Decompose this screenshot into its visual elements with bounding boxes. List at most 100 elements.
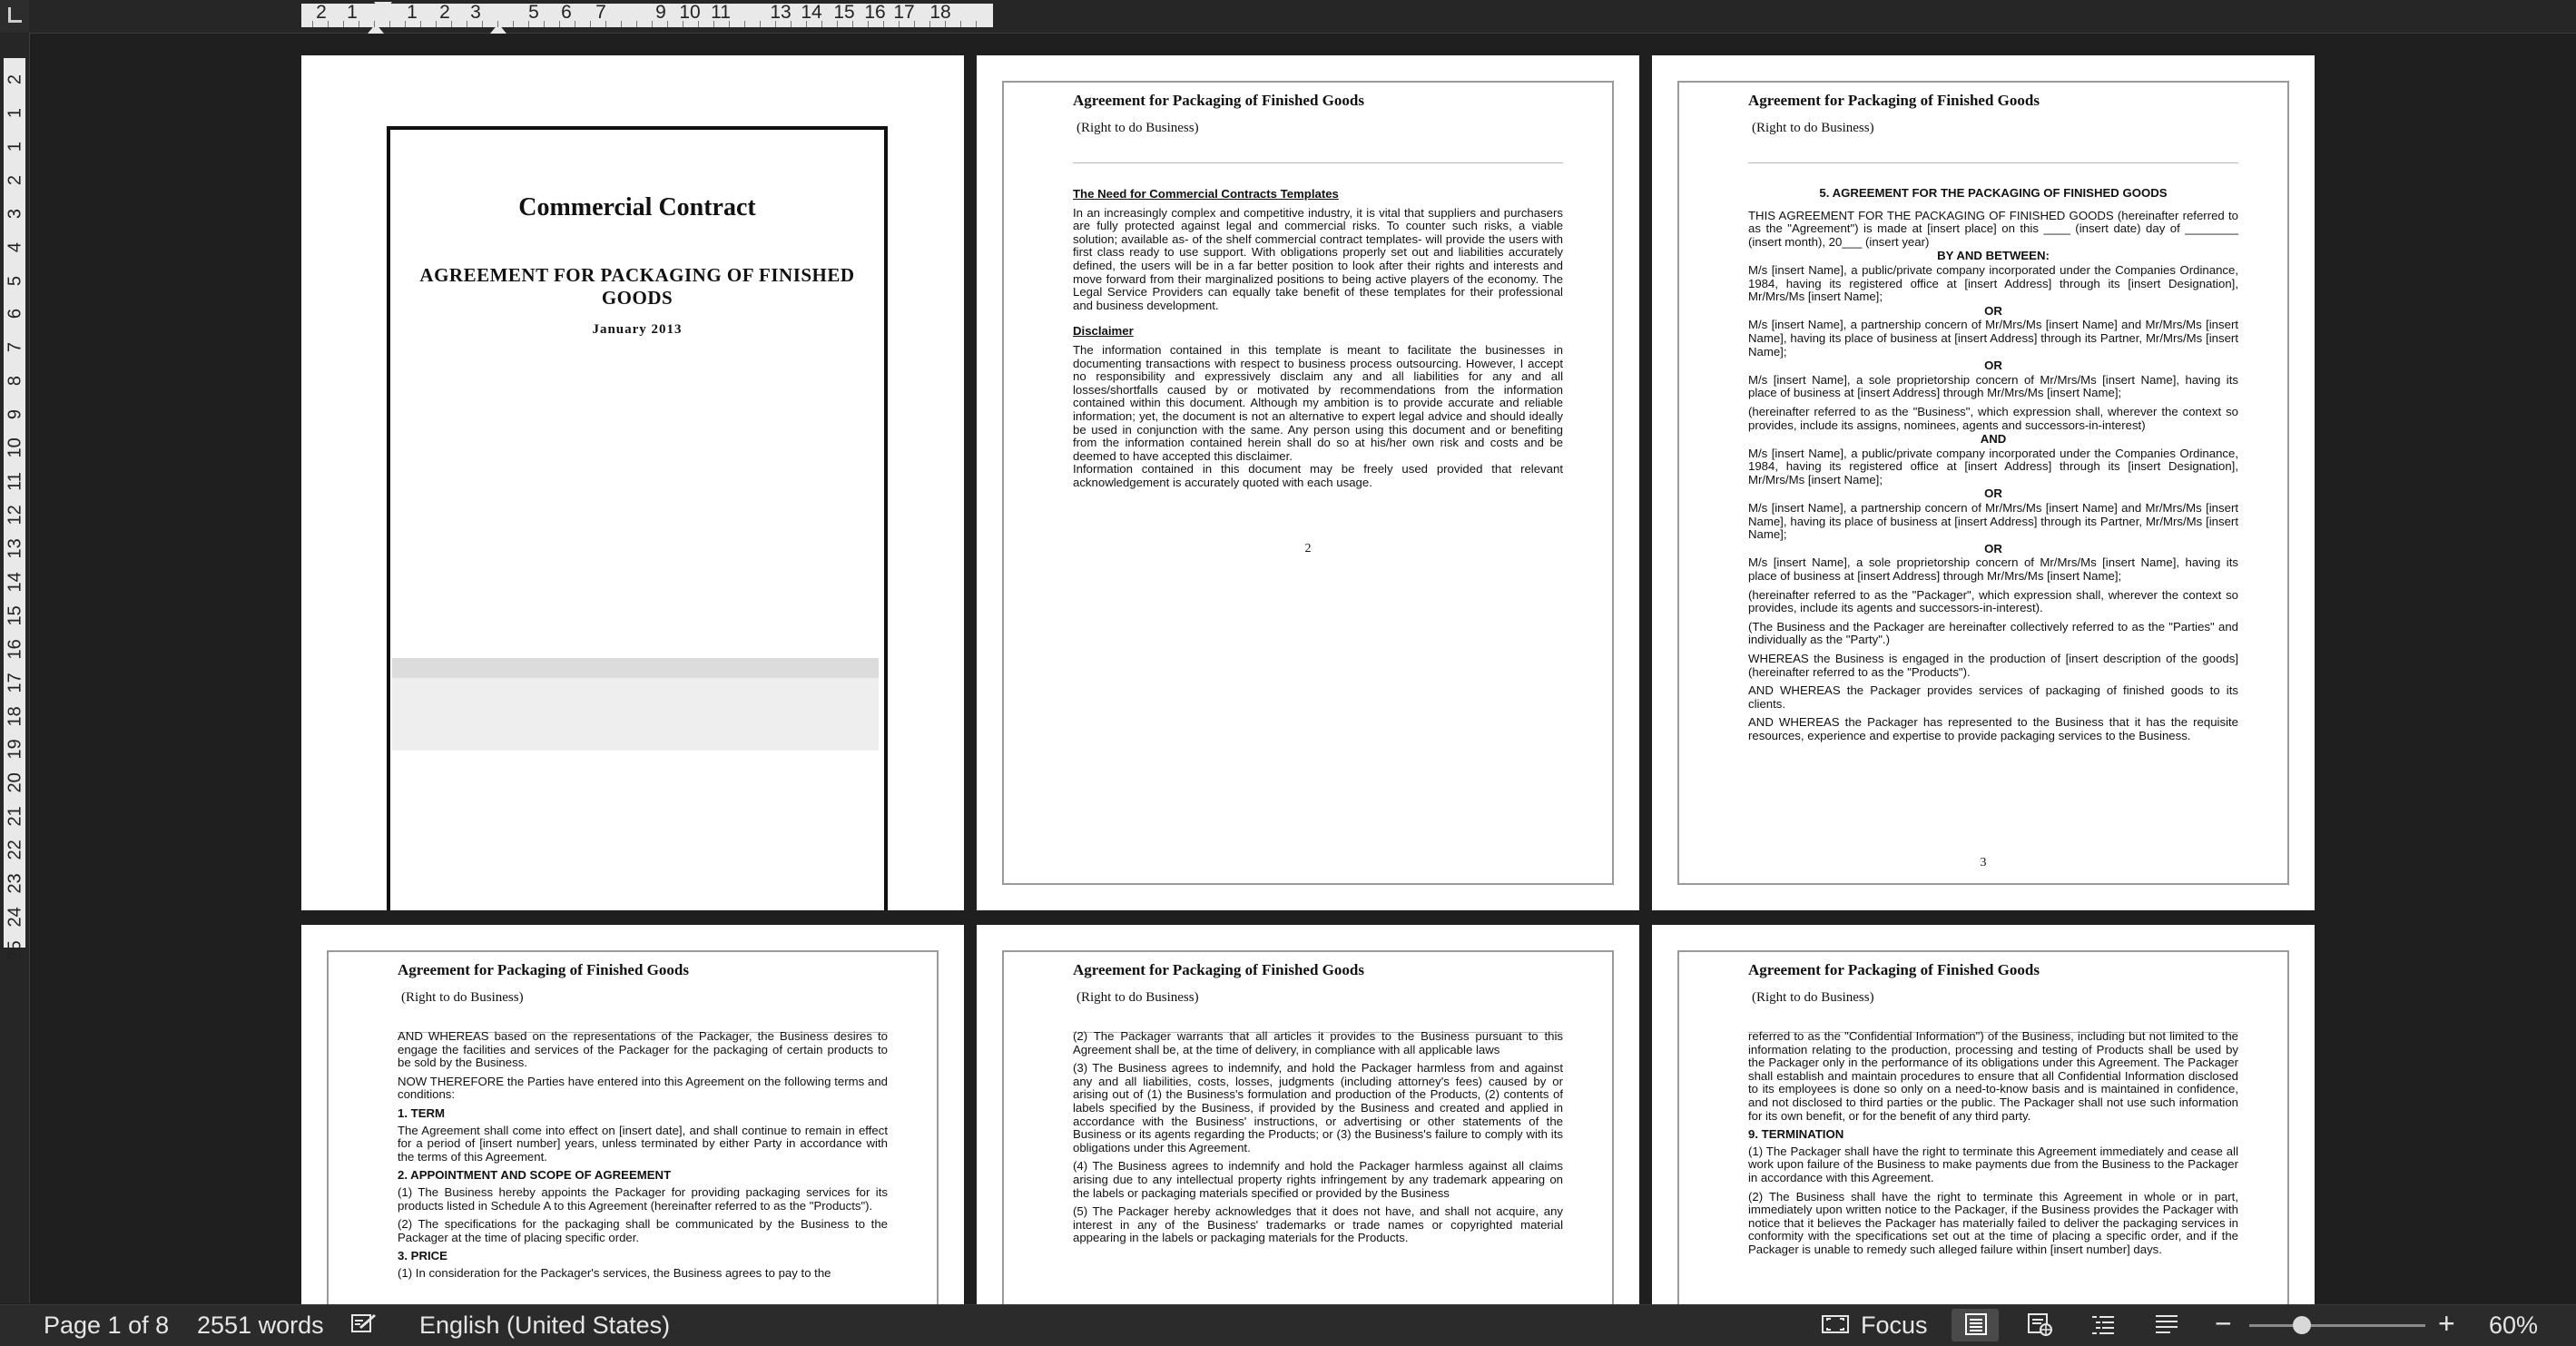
draft-view-icon[interactable] [2153,1312,2180,1336]
ruler-tick [960,21,961,27]
ruler-tick [652,21,653,27]
ruler-number: 6 [5,309,25,319]
ruler-tick [775,21,776,27]
page-count[interactable]: Page 1 of 8 [44,1312,169,1340]
print-layout-icon[interactable] [1962,1312,1990,1336]
or-label: OR [1984,303,2002,318]
ruler-number: 14 [5,572,25,593]
page-4[interactable]: Agreement for Packaging of Finished Good… [301,925,964,1304]
ruler-tick [883,21,884,27]
ruler-number: 10 [679,2,701,23]
cover-date: January 2013 [592,322,683,337]
agreement-heading: 5. AGREEMENT FOR THE PACKAGING OF FINISH… [1819,186,2168,200]
zoom-out-button[interactable]: − [2215,1307,2232,1341]
ruler-tick [636,21,637,27]
cover-title: Commercial Contract [518,193,756,221]
paragraph: M/s [insert Name], a sole proprietorship… [1748,372,2238,400]
ruler-tick [837,21,838,27]
document-workspace[interactable]: Commercial Contract AGREEMENT FOR PACKAG… [30,34,2576,1304]
ruler-number: 20 [5,772,25,793]
or-label: OR [1984,486,2002,501]
paragraph: (5) The Packager hereby acknowledges tha… [1073,1204,1563,1245]
ruler-number: 18 [929,2,951,23]
ruler-number: 9 [5,409,25,420]
language-label[interactable]: English (United States) [419,1312,670,1340]
and-label: AND [1980,432,2007,447]
left-indent-marker[interactable] [368,24,384,34]
ruler-tick [899,21,900,27]
ruler-tick [451,21,452,27]
outline-view-icon[interactable] [2089,1312,2117,1336]
page-3[interactable]: Agreement for Packaging of Finished Good… [1652,55,2315,910]
page-header: Agreement for Packaging of Finished Good… [1748,961,2040,1006]
ruler-number: 2 [5,74,25,85]
ruler-number: 1 [5,141,25,152]
page-2[interactable]: Agreement for Packaging of Finished Good… [977,55,1639,910]
paragraph: (4) The Business agrees to indemnify and… [1073,1159,1563,1200]
ruler-number: 25 [5,940,25,961]
horizontal-ruler[interactable]: 2 1 1 2 3 5 6 7 9 10 11 13 14 15 16 17 18 [29,0,2576,34]
paragraph: (3) The Business agrees to indemnify, an… [1073,1061,1563,1154]
paragraph: M/s [insert Name], a public/private comp… [1748,446,2238,486]
ruler-tick [590,21,591,27]
header-title: Agreement for Packaging of Finished Good… [1073,92,1364,109]
ruler-number: 16 [5,638,25,660]
status-bar: Page 1 of 8 2551 words English (United S… [0,1304,2576,1346]
tab-stop-marker[interactable] [490,24,506,34]
ruler-tick [914,21,915,27]
zoom-slider[interactable] [2249,1316,2425,1334]
ruler-corner-button[interactable] [0,0,30,34]
cover-frame: Commercial Contract AGREEMENT FOR PACKAG… [387,126,888,910]
section-heading: 3. PRICE [398,1249,447,1263]
ruler-number: 24 [5,907,25,928]
proofing-icon[interactable] [350,1312,378,1336]
ruler-number: 5 [5,275,25,286]
page-body: 5. AGREEMENT FOR THE PACKAGING OF FINISH… [1748,186,2238,749]
paragraph: WHEREAS the Business is engaged in the p… [1748,652,2238,679]
ruler-tick [420,21,421,27]
ruler-tick [605,21,606,27]
ruler-tick [929,21,930,27]
paragraph: M/s [insert Name], a sole proprietorship… [1748,555,2238,584]
focus-icon[interactable] [1821,1312,1850,1336]
focus-button[interactable]: Focus [1861,1312,1928,1340]
vertical-ruler[interactable]: 2 1 1 2 3 4 5 6 7 8 9 10 11 12 13 14 15 16 17 18 19 20 21 22 23 2… [0,33,30,1303]
ruler-tick [852,21,853,27]
ruler-tick [389,21,390,27]
ruler-number: 22 [5,840,25,860]
ruler-number: 11 [711,2,731,23]
ruler-tick [405,21,406,27]
ruler-number: 3 [5,208,25,219]
web-layout-icon[interactable] [2026,1312,2053,1336]
header-subtitle: (Right to do Business) [1077,990,1199,1005]
page-body: (2) The Packager warrants that all artic… [1073,1029,1563,1251]
ruler-tick [374,21,375,27]
zoom-slider-thumb[interactable] [2293,1316,2312,1334]
page-1[interactable]: Commercial Contract AGREEMENT FOR PACKAG… [301,55,964,910]
ruler-number: 1 [5,107,25,118]
page-5[interactable]: Agreement for Packaging of Finished Good… [977,925,1639,1304]
page-body: AND WHEREAS based on the representations… [398,1029,888,1286]
page-6[interactable]: Agreement for Packaging of Finished Good… [1652,925,2315,1304]
ruler-tick [343,21,344,27]
page-body: The Need for Commercial Contracts Templa… [1073,182,1563,495]
ruler-tick [868,21,869,27]
header-title: Agreement for Packaging of Finished Good… [1073,961,1364,978]
ruler-number: 11 [5,472,25,491]
ruler-number: 4 [5,241,25,252]
zoom-in-button[interactable]: + [2438,1307,2455,1341]
paragraph: (hereinafter referred to as the "Busines… [1748,404,2238,432]
zoom-level[interactable]: 60% [2489,1312,2538,1340]
word-count[interactable]: 2551 words [197,1312,324,1340]
ruler-number: 8 [5,376,25,387]
ruler-tick [744,21,745,27]
page-body: referred to as the "Confidential Informa… [1748,1029,2238,1262]
ruler-tick [559,21,560,27]
first-line-indent-marker[interactable] [374,2,392,14]
header-rule [1748,162,2238,163]
header-title: Agreement for Packaging of Finished Good… [1748,92,2040,109]
paragraph: Information contained in this document m… [1073,462,1563,489]
header-rule [1073,162,1563,163]
ruler-tick [482,21,483,27]
ruler-tick [760,21,761,27]
